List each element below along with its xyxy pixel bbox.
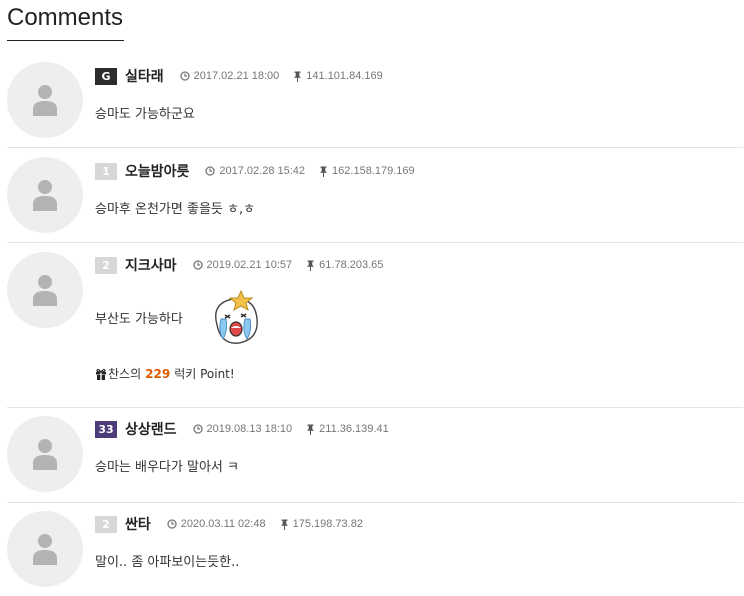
pin-icon xyxy=(307,424,315,435)
comment-ip: 141.101.84.169 xyxy=(293,70,383,82)
nickname[interactable]: 오늘밤아릇 xyxy=(125,161,189,181)
comment-meta: 1 오늘밤아릇 2017.02.28 15:42 162.158.179.169 xyxy=(95,161,429,181)
comment-meta: 2 싼타 2020.03.11 02:48 175.198.73.82 xyxy=(95,514,377,534)
pin-icon xyxy=(320,166,328,177)
clock-icon xyxy=(179,71,190,81)
lucky-number: 229 xyxy=(145,366,171,381)
datetime-text: 2017.02.21 18:00 xyxy=(193,70,280,82)
ip-text: 162.158.179.169 xyxy=(332,165,415,177)
ip-text: 211.36.139.41 xyxy=(319,423,389,435)
avatar[interactable] xyxy=(7,416,83,492)
comment-datetime: 2019.08.13 18:10 xyxy=(192,423,293,435)
comment-item: 2 싼타 2020.03.11 02:48 175.198.73.82 말이..… xyxy=(7,511,743,595)
comment-ip: 162.158.179.169 xyxy=(319,165,415,177)
clock-icon xyxy=(192,424,203,434)
comment-meta: 33 상상랜드 2019.08.13 18:10 211.36.139.41 xyxy=(95,419,403,439)
datetime-text: 2017.02.28 15:42 xyxy=(219,165,306,177)
comment-item: 33 상상랜드 2019.08.13 18:10 211.36.139.41 승… xyxy=(7,416,743,503)
clock-icon xyxy=(167,519,177,529)
ip-text: 175.198.73.82 xyxy=(292,518,363,530)
level-badge: 1 xyxy=(95,162,117,180)
comment-text: 승마후 온천가면 좋을듯 ㅎ,ㅎ xyxy=(95,202,256,217)
pin-icon xyxy=(294,71,302,82)
ip-text: 141.101.84.169 xyxy=(306,70,383,82)
comment-text: 승마는 배우다가 말아서 ㅋ xyxy=(95,460,239,475)
comment-ip: 175.198.73.82 xyxy=(280,518,363,530)
comment-datetime: 2019.02.21 10:57 xyxy=(192,259,293,271)
comment-item: 1 오늘밤아릇 2017.02.28 15:42 162.158.179.169… xyxy=(7,157,743,243)
comment-item: G 실타래 2017.02.21 18:00 141.101.84.169 승마… xyxy=(7,62,743,148)
gift-icon xyxy=(96,368,106,380)
user-silhouette-icon xyxy=(33,85,57,116)
level-badge: G xyxy=(95,67,117,85)
crying-face-emoji xyxy=(215,289,258,344)
clock-icon xyxy=(205,166,216,176)
comment-ip: 211.36.139.41 xyxy=(306,423,389,435)
nickname[interactable]: 싼타 xyxy=(125,514,151,534)
avatar[interactable] xyxy=(7,511,83,587)
lucky-prefix: 찬스의 xyxy=(108,367,142,381)
nickname[interactable]: 실타래 xyxy=(125,66,164,86)
avatar[interactable] xyxy=(7,157,83,233)
ip-text: 61.78.203.65 xyxy=(319,259,384,271)
level-badge: 2 xyxy=(95,515,117,533)
user-silhouette-icon xyxy=(33,275,57,306)
datetime-text: 2019.02.21 10:57 xyxy=(206,259,293,271)
comment-datetime: 2017.02.21 18:00 xyxy=(179,70,280,82)
datetime-text: 2019.08.13 18:10 xyxy=(206,423,293,435)
comment-datetime: 2020.03.11 02:48 xyxy=(167,518,266,530)
section-title: Comments xyxy=(7,4,124,41)
comment-text: 말이.. 좀 아파보이는듯한.. xyxy=(95,555,240,570)
user-silhouette-icon xyxy=(33,534,57,565)
lucky-point: 찬스의 229 럭키 Point! xyxy=(95,365,235,382)
avatar[interactable] xyxy=(7,252,83,328)
comment-item: 2 지크사마 2019.02.21 10:57 61.78.203.65 부산도… xyxy=(7,252,743,408)
comment-meta: G 실타래 2017.02.21 18:00 141.101.84.169 xyxy=(95,66,397,86)
pin-icon xyxy=(307,260,315,271)
datetime-text: 2020.03.11 02:48 xyxy=(180,518,266,530)
comment-datetime: 2017.02.28 15:42 xyxy=(205,165,305,177)
user-silhouette-icon xyxy=(33,439,57,470)
comment-text: 승마도 가능하군요 xyxy=(95,107,195,122)
clock-icon xyxy=(192,260,203,270)
pin-icon xyxy=(280,519,288,530)
level-badge: 2 xyxy=(95,256,117,274)
comment-text: 부산도 가능하다 xyxy=(95,312,183,327)
nickname[interactable]: 지크사마 xyxy=(125,255,177,275)
comment-ip: 61.78.203.65 xyxy=(306,259,383,271)
lucky-suffix: 럭키 Point! xyxy=(174,367,235,381)
comment-meta: 2 지크사마 2019.02.21 10:57 61.78.203.65 xyxy=(95,255,397,275)
user-silhouette-icon xyxy=(33,180,57,211)
nickname[interactable]: 상상랜드 xyxy=(125,419,177,439)
level-badge: 33 xyxy=(95,420,117,438)
avatar[interactable] xyxy=(7,62,83,138)
